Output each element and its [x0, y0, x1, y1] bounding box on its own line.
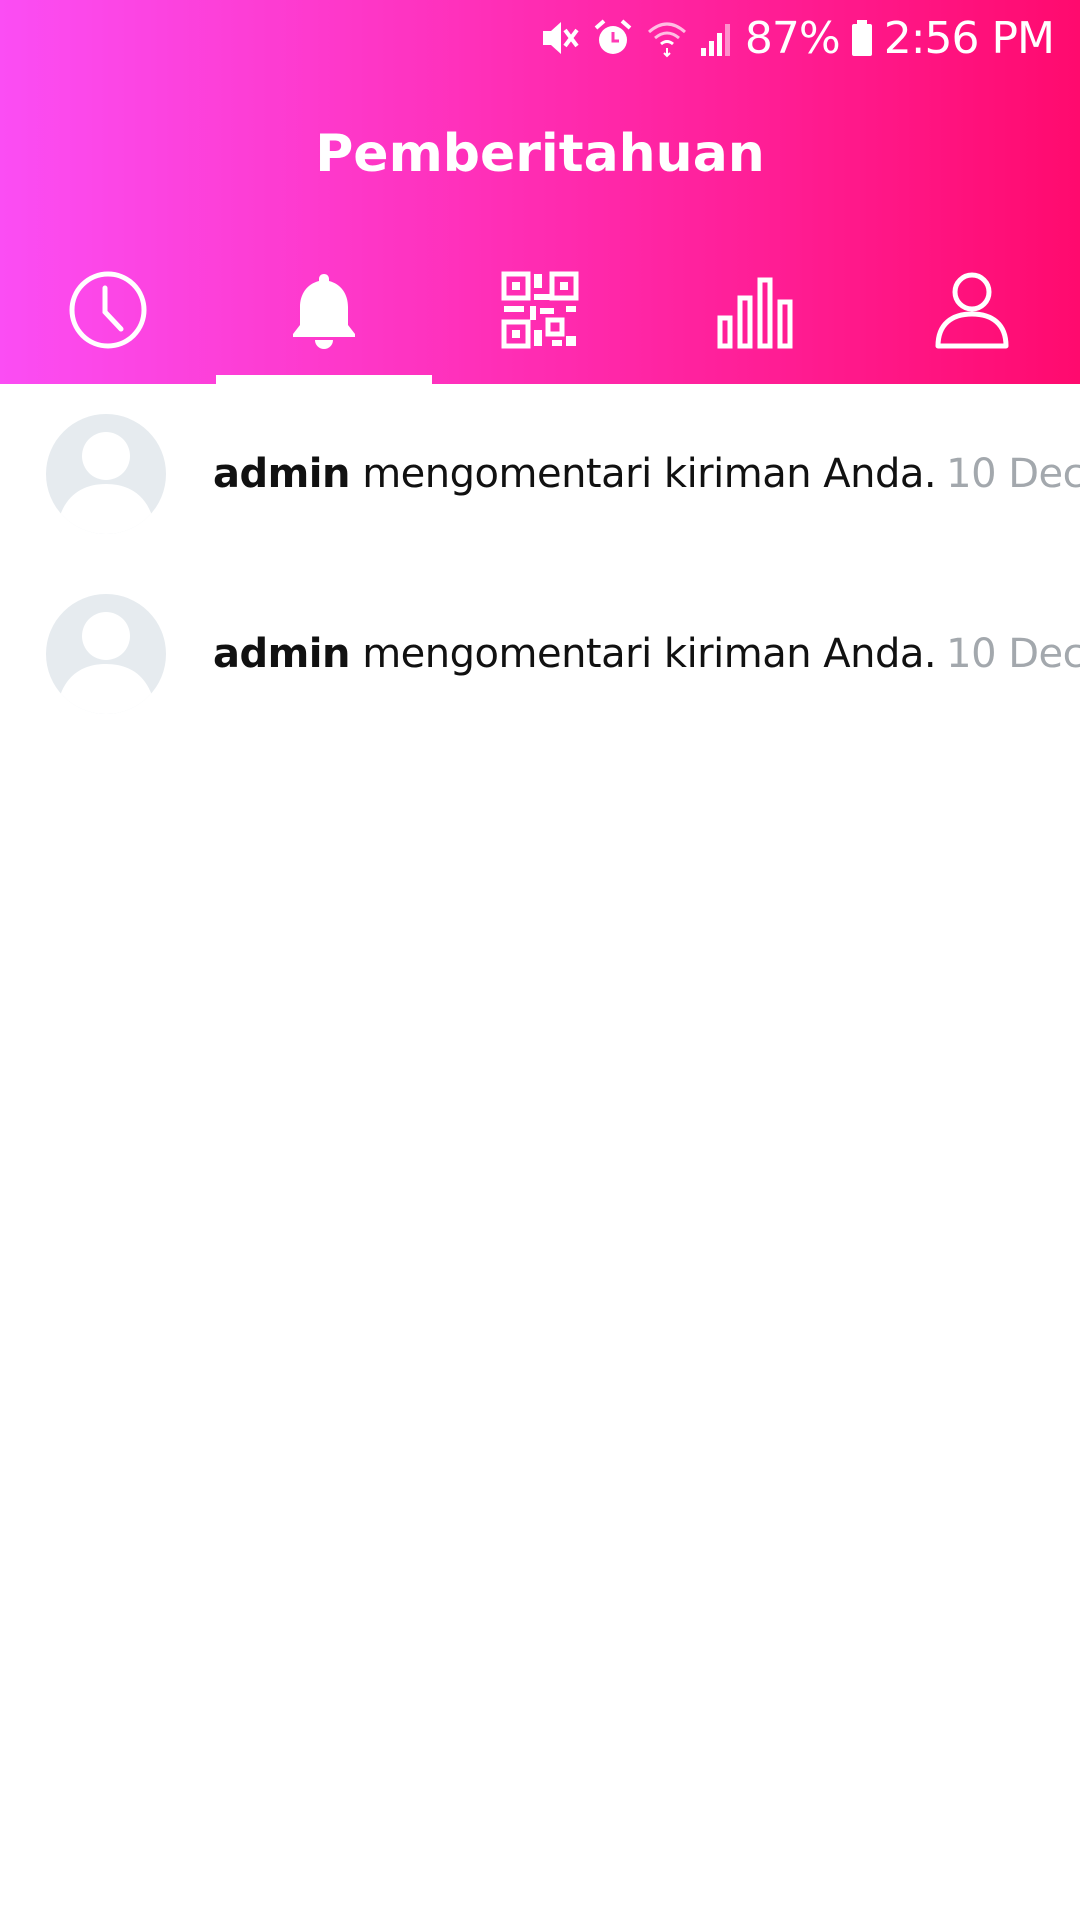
notification-time: 10 Dec	[946, 631, 1080, 677]
notification-time: 10 Dec	[946, 451, 1080, 497]
battery-percent: 87%	[744, 12, 841, 64]
status-bar: 87% 2:56 PM	[0, 0, 1080, 76]
clock-icon	[69, 271, 147, 349]
default-avatar-icon	[56, 432, 156, 534]
app-header: 87% 2:56 PM Pemberitahuan	[0, 0, 1080, 384]
bell-icon	[293, 274, 355, 349]
tab-notifications[interactable]	[216, 262, 432, 384]
notification-user: admin	[213, 631, 351, 677]
notification-text: admin mengomentari kiriman Anda. 10 Dec	[213, 631, 1080, 677]
notification-list: admin mengomentari kiriman Anda. 10 Dec a…	[0, 384, 1080, 744]
notification-text: admin mengomentari kiriman Anda. 10 Dec	[213, 451, 1080, 497]
notification-message: mengomentari kiriman Anda.	[362, 451, 937, 497]
avatar	[46, 414, 166, 534]
user-icon	[935, 272, 1009, 349]
tab-bar	[0, 262, 1080, 384]
mute-icon	[542, 22, 579, 54]
clock-time: 2:56 PM	[883, 12, 1055, 64]
signal-icon	[700, 24, 730, 56]
page-title: Pemberitahuan	[315, 124, 765, 184]
tab-profile[interactable]	[864, 262, 1080, 384]
tab-scan[interactable]	[432, 262, 648, 384]
wifi-icon	[647, 22, 686, 58]
notification-user: admin	[213, 451, 351, 497]
qr-code-icon	[501, 271, 579, 349]
battery-icon	[851, 20, 872, 56]
tab-history[interactable]	[0, 262, 216, 384]
list-item[interactable]: admin mengomentari kiriman Anda. 10 Dec	[0, 384, 1080, 564]
notification-message: mengomentari kiriman Anda.	[362, 631, 937, 677]
default-avatar-icon	[56, 612, 156, 714]
list-item[interactable]: admin mengomentari kiriman Anda. 10 Dec	[0, 564, 1080, 744]
alarm-icon	[594, 19, 632, 54]
tab-stats[interactable]	[648, 262, 864, 384]
bar-chart-icon	[717, 277, 793, 349]
avatar	[46, 594, 166, 714]
